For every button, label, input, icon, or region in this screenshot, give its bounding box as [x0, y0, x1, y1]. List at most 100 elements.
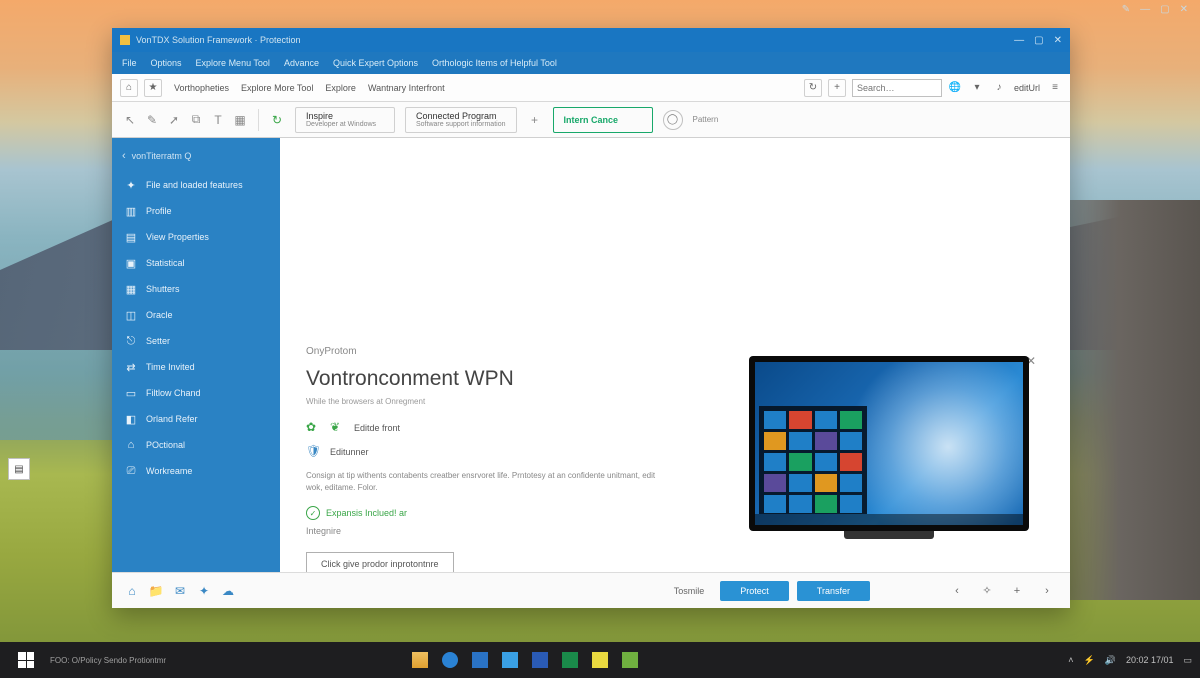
ribbon-tab-intern[interactable]: Intern Cance [553, 107, 653, 133]
tb-home-icon[interactable]: ⌂ [120, 79, 138, 97]
sidebar-item-label: View Properties [146, 232, 209, 242]
ribbon-tab-inspire-sub: Developer at Windows [306, 121, 384, 128]
minimize-icon[interactable]: — [1014, 35, 1024, 46]
floating-widget[interactable]: ▤ [8, 458, 30, 480]
taskbar-app-browser[interactable] [436, 646, 464, 674]
footer-prev-icon[interactable]: ‹ [950, 584, 964, 598]
sidebar-item-setter[interactable]: ⎋Setter [112, 328, 280, 354]
content-panel: OnyProtom Vontronconment WPN While the b… [280, 328, 1070, 572]
menu-advance[interactable]: Advance [284, 58, 319, 68]
taskbar-app-store[interactable] [466, 646, 494, 674]
tool-arrow-icon[interactable]: ➚ [166, 112, 182, 128]
footer-link[interactable]: Tosmile [666, 586, 713, 596]
check-circle-icon: ✓ [306, 506, 320, 520]
sidebar-item-file[interactable]: ✦File and loaded features [112, 172, 280, 198]
desk-tool-icon[interactable]: ✎ [1122, 4, 1130, 15]
tool-text-icon[interactable]: T [210, 112, 226, 128]
menu-file[interactable]: File [122, 58, 137, 68]
tray-network-icon[interactable]: ⚡ [1084, 655, 1095, 666]
menu-explore[interactable]: Explore Menu Tool [196, 58, 270, 68]
footer-add-icon[interactable]: + [1010, 584, 1024, 598]
menu-ortho[interactable]: Orthologic Items of Helpful Tool [432, 58, 557, 68]
taskbar-app-note[interactable] [586, 646, 614, 674]
tb-globe-icon[interactable]: 🌐 [948, 81, 962, 95]
sidebar-back-icon[interactable]: ‹ [122, 150, 126, 162]
panel-description: Consign at tip withents contabents creat… [306, 470, 666, 494]
panel-left: OnyProtom Vontronconment WPN While the b… [306, 346, 710, 560]
feature-2: 🛡 Editunner [306, 444, 710, 460]
footer-next-icon[interactable]: › [1040, 584, 1054, 598]
sidebar-item-workreame[interactable]: ⎚Workreame [112, 458, 280, 484]
page-title: Protration [306, 300, 383, 320]
ribbon-tab-connected-sub: Software support information [416, 121, 506, 128]
search-input[interactable] [852, 79, 942, 97]
start-button[interactable] [8, 642, 44, 678]
monitor-stand [844, 531, 934, 539]
menu-options[interactable]: Options [151, 58, 182, 68]
link-1[interactable]: Expansis Inclued! ar [326, 508, 407, 518]
tool-pointer-icon[interactable]: ↖ [122, 112, 138, 128]
footer-protect-button[interactable]: Protect [720, 581, 789, 601]
taskbar-app-mail[interactable] [496, 646, 524, 674]
link-row-2: Integnire [306, 526, 710, 536]
maximize-icon[interactable]: ▢ [1034, 35, 1043, 46]
tray-clock[interactable]: 20:02 17/01 [1126, 655, 1174, 665]
panel-subtitle: While the browsers at Onregment [306, 397, 710, 406]
desk-max-icon[interactable]: ▢ [1160, 4, 1169, 15]
footer-star-icon[interactable]: ✧ [980, 584, 994, 598]
tool-crop-icon[interactable]: ⧉ [188, 112, 204, 128]
tb-bell-icon[interactable]: ♪ [992, 81, 1006, 95]
tb-sync-icon[interactable]: ↻ [804, 79, 822, 97]
tb-filter-icon[interactable]: ▾ [970, 81, 984, 95]
tray-volume-icon[interactable]: 🔊 [1105, 655, 1116, 666]
tray-notifications-icon[interactable]: ▭ [1183, 655, 1192, 666]
ribbon-round-icon[interactable]: ◯ [663, 110, 683, 130]
sidebar-view-icon: ▤ [124, 230, 138, 244]
sidebar-item-poctional[interactable]: ⌂POctional [112, 432, 280, 458]
tool-refresh-icon[interactable]: ↻ [269, 112, 285, 128]
tool-paint-icon[interactable]: ▦ [232, 112, 248, 128]
tray-chevron-icon[interactable]: ˄ [1068, 655, 1073, 665]
panel-subheading: OnyProtom [306, 346, 710, 357]
feature-1-label: Editde front [354, 423, 400, 433]
footer-folder-icon[interactable]: 📁 [148, 583, 164, 599]
ribbon-add-icon[interactable]: + [527, 112, 543, 128]
sidebar-item-oracle[interactable]: ◫ Oracle [112, 302, 280, 328]
desk-close-icon[interactable]: ✕ [1180, 4, 1188, 15]
footer-mail-icon[interactable]: ✉ [172, 583, 188, 599]
sidebar-item-shutters[interactable]: ▦Shutters [112, 276, 280, 302]
tb-star-icon[interactable]: ★ [144, 79, 162, 97]
sidebar-filtlow-icon: ▭ [124, 386, 138, 400]
sidebar-item-label: Oracle [146, 310, 173, 320]
taskbar-app-explorer[interactable] [406, 646, 434, 674]
footer-cloud-icon[interactable]: ☁ [220, 583, 236, 599]
cta-button[interactable]: Click give prodor inprotontnre [306, 552, 454, 572]
sidebar-item-label: Profile [146, 206, 172, 216]
link-2[interactable]: Integnire [306, 526, 341, 536]
tb-menu-icon[interactable]: ≡ [1048, 81, 1062, 95]
tool-pen-icon[interactable]: ✎ [144, 112, 160, 128]
taskbar-app-other[interactable] [616, 646, 644, 674]
menu-quick[interactable]: Quick Expert Options [333, 58, 418, 68]
sidebar-item-view[interactable]: ▤ View Properties [112, 224, 280, 250]
sidebar-header-label: vonTiterratm Q [132, 151, 192, 161]
sidebar-item-label: POctional [146, 440, 185, 450]
desk-min-icon[interactable]: — [1140, 4, 1150, 15]
sidebar-item-filtlow[interactable]: ▭Filtlow Chand [112, 380, 280, 406]
app-icon [120, 35, 130, 45]
taskbar-app-word[interactable] [526, 646, 554, 674]
ribbon-tab-inspire-title: Inspire [306, 111, 384, 121]
ribbon-tab-connected[interactable]: Connected Program Software support infor… [405, 107, 517, 133]
sidebar-item-stats[interactable]: ▣Statistical [112, 250, 280, 276]
ribbon-tab-inspire[interactable]: Inspire Developer at Windows [295, 107, 395, 133]
footer-transfer-button[interactable]: Transfer [797, 581, 870, 601]
footer-home-icon[interactable]: ⌂ [124, 583, 140, 599]
tb-plus-icon[interactable]: + [828, 79, 846, 97]
taskbar-app-excel[interactable] [556, 646, 584, 674]
footer-puzzle-icon[interactable]: ✦ [196, 583, 212, 599]
close-icon[interactable]: ✕ [1054, 35, 1062, 46]
sidebar-item-profile[interactable]: ▥Profile [112, 198, 280, 224]
sidebar-item-orland[interactable]: ◧Orland Refer [112, 406, 280, 432]
sidebar-oracle-icon: ◫ [124, 308, 138, 322]
sidebar-item-time[interactable]: ⇄Time Invited [112, 354, 280, 380]
